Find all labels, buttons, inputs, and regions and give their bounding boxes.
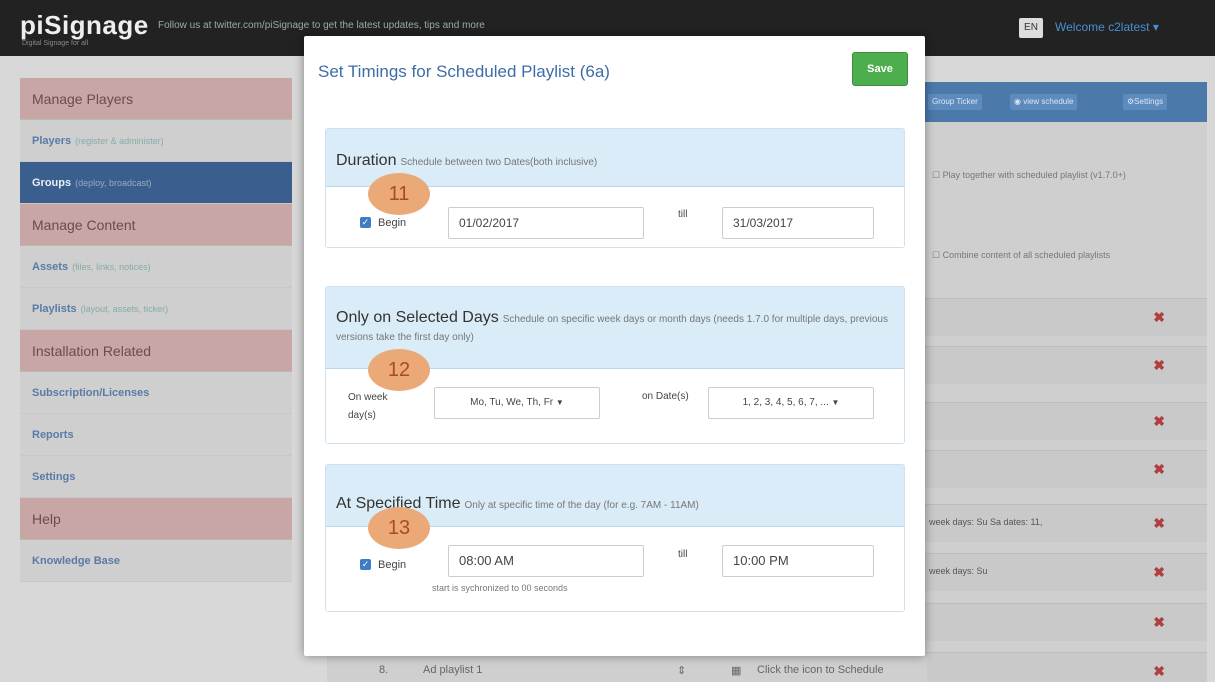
set-timings-modal: Set Timings for Scheduled Playlist (6a) …: [304, 36, 925, 656]
weekday-select[interactable]: Mo, Tu, We, Th, Fr ▼: [434, 387, 600, 419]
duration-section: Duration Schedule between two Dates(both …: [325, 128, 905, 248]
table-row: ✖: [925, 346, 1207, 384]
sidebar-head-manage-content: Manage Content: [20, 204, 292, 246]
begin-checkbox[interactable]: ✓: [360, 217, 371, 228]
date-label: on Date(s): [642, 391, 689, 402]
table-row: ✖: [925, 450, 1207, 488]
sidebar-head-installation: Installation Related: [20, 330, 292, 372]
till-label: till: [678, 549, 688, 560]
duration-title: Duration: [336, 152, 397, 169]
table-row: ✖: [925, 652, 1207, 682]
step-badge-11: 11: [368, 173, 430, 215]
selected-days-title: Only on Selected Days: [336, 309, 499, 326]
top-message[interactable]: Follow us at twitter.com/piSignage to ge…: [158, 20, 485, 31]
sort-icon: ⇕: [677, 665, 687, 677]
sidebar-item-players[interactable]: Players (register & administer): [20, 120, 292, 162]
modal-title: Set Timings for Scheduled Playlist (6a): [318, 62, 610, 81]
selected-days-body: 12 On week day(s) Mo, Tu, We, Th, Fr ▼ o…: [326, 349, 904, 443]
eye-icon: ◉: [1014, 97, 1024, 106]
sidebar-item-settings[interactable]: Settings: [20, 456, 292, 498]
brand-tagline: Digital Signage for all: [22, 40, 89, 47]
sidebar-item-subscription[interactable]: Subscription/Licenses: [20, 372, 292, 414]
playlist-name[interactable]: Ad playlist 1: [423, 664, 482, 676]
caret-down-icon: ▼: [831, 398, 840, 407]
playlist-row: 8. Ad playlist 1 ⇕ ▦ Click the icon to S…: [327, 656, 927, 682]
delete-icon[interactable]: ✖: [1153, 515, 1165, 532]
delete-icon[interactable]: ✖: [1153, 461, 1165, 478]
table-row: ✖: [925, 402, 1207, 440]
user-menu[interactable]: Welcome c2latest ▾: [1055, 20, 1159, 34]
delete-icon[interactable]: ✖: [1153, 413, 1165, 430]
sidebar-item-knowledge-base[interactable]: Knowledge Base: [20, 540, 292, 582]
till-label: till: [678, 209, 688, 220]
sidebar: Manage Players Players (register & admini…: [20, 78, 292, 582]
checkbox-icon: ☐: [932, 250, 943, 260]
specified-time-section: At Specified Time Only at specific time o…: [325, 464, 905, 612]
row-number: 8.: [379, 664, 389, 676]
specified-time-subtitle: Only at specific time of the day (for e.…: [464, 500, 699, 511]
delete-icon[interactable]: ✖: [1153, 357, 1165, 374]
sidebar-item-groups[interactable]: Groups (deploy, broadcast): [20, 162, 292, 204]
weekday-label: On week day(s): [348, 392, 388, 421]
checkbox-icon: ☐: [932, 170, 943, 180]
date-select[interactable]: 1, 2, 3, 4, 5, 6, 7, ... ▼: [708, 387, 874, 419]
table-row: ✖: [925, 603, 1207, 641]
step-badge-12: 12: [368, 349, 430, 391]
combine-content-option[interactable]: ☐ Combine content of all scheduled playl…: [932, 250, 1207, 261]
begin-checkbox[interactable]: ✓: [360, 559, 371, 570]
duration-body: 11 ✓ Begin 01/02/2017 till 31/03/2017: [326, 173, 904, 247]
delete-icon[interactable]: ✖: [1153, 309, 1165, 326]
table-row: week days: Su ✖: [925, 553, 1207, 591]
table-row: ✖: [925, 298, 1207, 336]
step-badge-13: 13: [368, 507, 430, 549]
caret-down-icon: ▼: [555, 398, 564, 407]
delete-icon[interactable]: ✖: [1153, 663, 1165, 680]
start-date-input[interactable]: 01/02/2017: [448, 207, 644, 239]
sync-note: start is sychronized to 00 seconds: [432, 583, 568, 593]
save-button[interactable]: Save: [852, 52, 908, 86]
delete-icon[interactable]: ✖: [1153, 614, 1165, 631]
view-schedule-button[interactable]: ◉ view schedule: [1010, 94, 1078, 110]
sidebar-head-help: Help: [20, 498, 292, 540]
group-ticker-button[interactable]: Group Ticker: [928, 94, 982, 110]
specified-time-body: 13 ✓ Begin 08:00 AM till 10:00 PM start …: [326, 507, 904, 611]
sidebar-item-playlists[interactable]: Playlists (layout, assets, ticker): [20, 288, 292, 330]
selected-days-section: Only on Selected Days Schedule on specifi…: [325, 286, 905, 444]
settings-button[interactable]: ⚙Settings: [1123, 94, 1168, 110]
sidebar-item-reports[interactable]: Reports: [20, 414, 292, 456]
schedule-hint: Click the icon to Schedule: [757, 664, 884, 676]
delete-icon[interactable]: ✖: [1153, 564, 1165, 581]
duration-subtitle: Schedule between two Dates(both inclusiv…: [400, 157, 598, 168]
begin-label: Begin: [378, 559, 407, 571]
end-date-input[interactable]: 31/03/2017: [722, 207, 874, 239]
language-badge[interactable]: EN: [1019, 18, 1043, 38]
begin-label: Begin: [378, 217, 407, 229]
sidebar-head-manage-players: Manage Players: [20, 78, 292, 120]
start-time-input[interactable]: 08:00 AM: [448, 545, 644, 577]
brand-logo[interactable]: piSignage: [20, 10, 149, 41]
sidebar-item-assets[interactable]: Assets (files, links, notices): [20, 246, 292, 288]
table-row: week days: Su Sa dates: 11, ✖: [925, 504, 1207, 542]
calendar-icon[interactable]: ▦: [731, 664, 741, 677]
end-time-input[interactable]: 10:00 PM: [722, 545, 874, 577]
play-together-option[interactable]: ☐ Play together with scheduled playlist …: [932, 170, 1182, 181]
